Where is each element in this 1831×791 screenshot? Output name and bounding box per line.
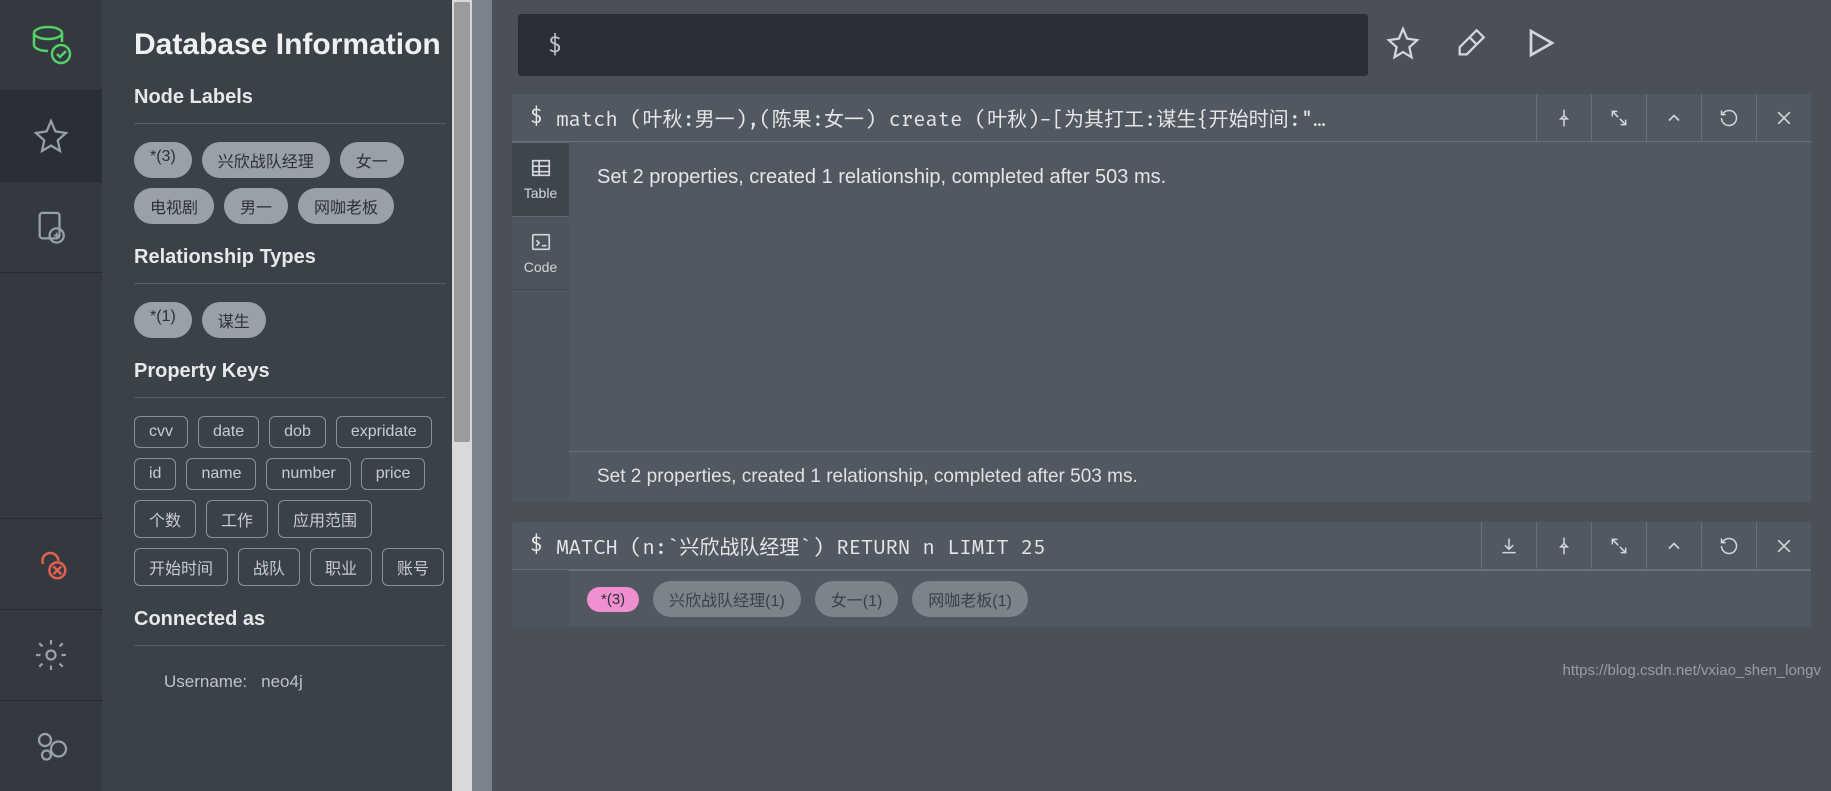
sidebar: Database Information Node Labels *(3) 兴欣… <box>102 0 472 791</box>
cypher-editor-bar: $ <box>492 0 1811 94</box>
prop-chip[interactable]: number <box>266 458 350 490</box>
prop-keys-title: Property Keys <box>134 360 446 383</box>
result-frame-2: $ MATCH (n:`兴欣战队经理`) RETURN n LIMIT 25 *… <box>512 522 1811 627</box>
prop-chip[interactable]: price <box>361 458 426 490</box>
rel-chip[interactable]: 谋生 <box>202 302 266 338</box>
overview-chip[interactable]: 兴欣战队经理(1) <box>653 581 801 617</box>
favorite-icon[interactable] <box>1386 26 1420 65</box>
rail-favorites[interactable] <box>0 91 102 181</box>
pane-divider[interactable] <box>472 0 492 791</box>
rel-chip[interactable]: *(1) <box>134 302 192 338</box>
divider <box>134 283 446 284</box>
node-labels-title: Node Labels <box>134 86 446 109</box>
tab-table-label: Table <box>524 185 557 201</box>
prop-chip[interactable]: date <box>198 416 259 448</box>
tab-code[interactable]: Code <box>512 216 569 290</box>
eraser-icon[interactable] <box>1454 26 1488 65</box>
prop-chip[interactable]: 个数 <box>134 500 196 538</box>
rail-documents[interactable] <box>0 182 102 272</box>
editor-prompt: $ <box>548 32 562 59</box>
prop-chip[interactable]: 开始时间 <box>134 548 228 586</box>
tab-table[interactable]: Table <box>512 142 569 216</box>
rel-types-chips: *(1) 谋生 <box>134 302 446 338</box>
username-value: neo4j <box>261 672 303 692</box>
overview-chip[interactable]: *(3) <box>587 587 639 612</box>
divider <box>134 397 446 398</box>
db-logo-icon <box>0 0 102 90</box>
pin-icon[interactable] <box>1536 522 1591 569</box>
frame-query-text[interactable]: $ MATCH (n:`兴欣战队经理`) RETURN n LIMIT 25 <box>512 522 1481 569</box>
sidebar-title: Database Information <box>134 28 446 62</box>
collapse-icon[interactable] <box>1646 94 1701 141</box>
prop-chip[interactable]: dob <box>269 416 326 448</box>
result-message: Set 2 properties, created 1 relationship… <box>569 142 1811 451</box>
fullscreen-icon[interactable] <box>1591 94 1646 141</box>
pin-icon[interactable] <box>1536 94 1591 141</box>
connected-user-row: Username: neo4j <box>134 664 446 692</box>
frame-view-tabs: Table Code <box>512 142 569 502</box>
result-frame-1: $ match (叶秋:男一),(陈果:女一) create (叶秋)-[为其打… <box>512 94 1811 502</box>
close-icon[interactable] <box>1756 94 1811 141</box>
node-labels-chips: *(3) 兴欣战队经理 女一 电视剧 男一 网咖老板 <box>134 142 446 224</box>
frame-query-text[interactable]: $ match (叶秋:男一),(陈果:女一) create (叶秋)-[为其打… <box>512 94 1536 141</box>
scrollbar-thumb[interactable] <box>454 2 470 442</box>
prop-chip[interactable]: 账号 <box>382 548 444 586</box>
query-body: match (叶秋:男一),(陈果:女一) create (叶秋)-[为其打工:… <box>556 103 1325 133</box>
prop-chip[interactable]: id <box>134 458 176 490</box>
cypher-editor[interactable]: $ <box>518 14 1368 76</box>
prop-chip[interactable]: 职业 <box>310 548 372 586</box>
rerun-icon[interactable] <box>1701 94 1756 141</box>
download-icon[interactable] <box>1481 522 1536 569</box>
prop-chip[interactable]: 应用范围 <box>278 500 372 538</box>
terminal-icon <box>530 231 552 253</box>
connected-title: Connected as <box>134 608 446 631</box>
rail-cloud-sync[interactable] <box>0 519 102 609</box>
prop-chip[interactable]: 工作 <box>206 500 268 538</box>
tab-code-label: Code <box>524 259 557 275</box>
overview-chip[interactable]: 女一(1) <box>815 581 899 617</box>
rel-types-title: Relationship Types <box>134 246 446 269</box>
prop-chip[interactable]: cvv <box>134 416 188 448</box>
label-chip[interactable]: *(3) <box>134 142 192 178</box>
nav-rail <box>0 0 102 791</box>
username-label: Username: <box>164 672 247 692</box>
divider <box>134 123 446 124</box>
prop-chip[interactable]: 战队 <box>238 548 300 586</box>
query-body: MATCH (n:`兴欣战队经理`) RETURN n LIMIT 25 <box>556 531 1045 561</box>
overview-chip[interactable]: 网咖老板(1) <box>912 581 1028 617</box>
overview-chips: *(3) 兴欣战队经理(1) 女一(1) 网咖老板(1) <box>569 570 1811 627</box>
label-chip[interactable]: 电视剧 <box>134 188 214 224</box>
watermark-text: https://blog.csdn.net/vxiao_shen_longv <box>1562 662 1821 679</box>
rail-about[interactable] <box>0 701 102 791</box>
label-chip[interactable]: 男一 <box>224 188 288 224</box>
rerun-icon[interactable] <box>1701 522 1756 569</box>
label-chip[interactable]: 兴欣战队经理 <box>202 142 330 178</box>
frame-view-tabs <box>512 570 569 627</box>
collapse-icon[interactable] <box>1646 522 1701 569</box>
result-footer: Set 2 properties, created 1 relationship… <box>569 451 1811 502</box>
query-prompt: $ <box>530 534 542 558</box>
label-chip[interactable]: 女一 <box>340 142 404 178</box>
rail-settings[interactable] <box>0 610 102 700</box>
close-icon[interactable] <box>1756 522 1811 569</box>
prop-keys-chips: cvv date dob expridate id name number pr… <box>134 416 446 586</box>
prop-chip[interactable]: expridate <box>336 416 432 448</box>
divider <box>134 645 446 646</box>
play-icon[interactable] <box>1522 25 1558 66</box>
query-prompt: $ <box>530 106 542 130</box>
label-chip[interactable]: 网咖老板 <box>298 188 394 224</box>
prop-chip[interactable]: name <box>186 458 256 490</box>
sidebar-scrollbar[interactable] <box>452 0 472 791</box>
table-icon <box>530 157 552 179</box>
fullscreen-icon[interactable] <box>1591 522 1646 569</box>
